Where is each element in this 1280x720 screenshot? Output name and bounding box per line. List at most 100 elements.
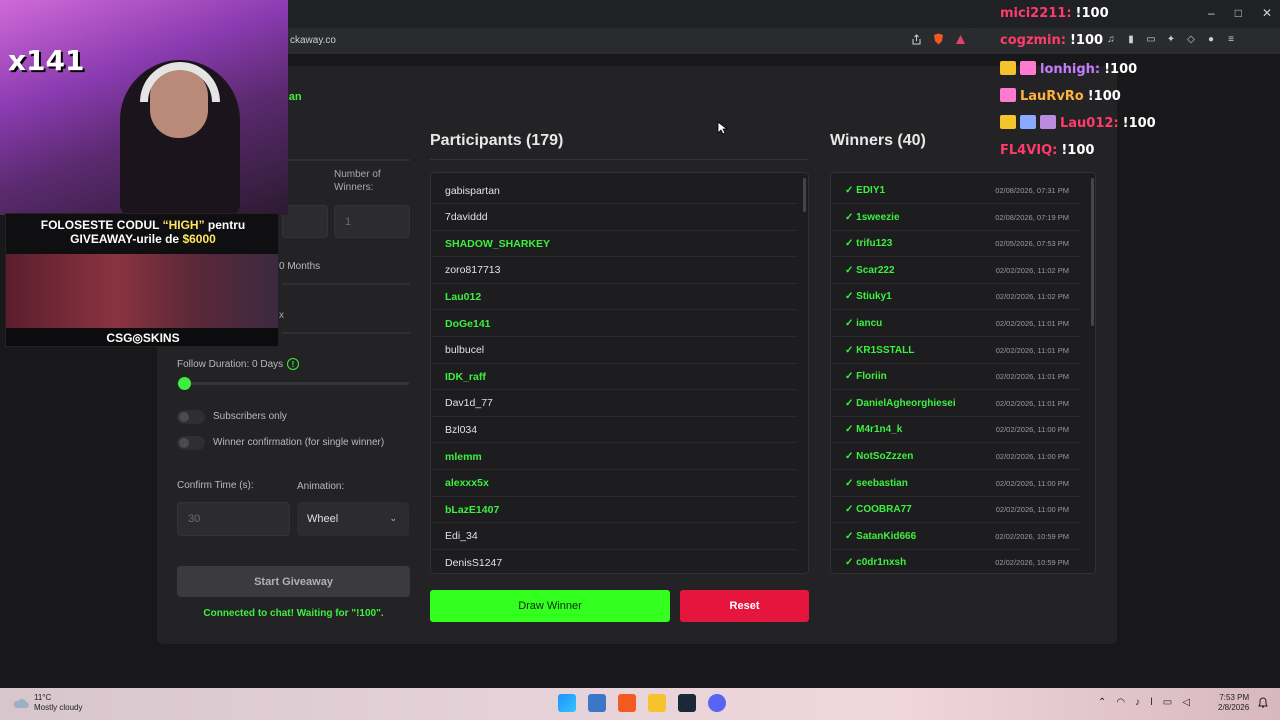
brave-shield-icon[interactable] [932, 33, 944, 45]
animation-label: Animation: [297, 481, 345, 492]
winner-name: ✓ SatanKid666 [845, 530, 917, 542]
chat-text: !100 [1075, 6, 1109, 21]
close-window-button[interactable]: ✕ [1262, 6, 1272, 20]
winner-date: 02/02/2026, 10:59 PM [995, 558, 1069, 568]
weather-desc: Mostly cloudy [34, 703, 83, 712]
winner-row: ✓ COOBRA77 02/02/2026, 11:00 PM [831, 497, 1081, 524]
winner-name: ✓ Floriin [845, 371, 887, 383]
follow-duration-slider-thumb[interactable] [178, 377, 191, 390]
steam-icon[interactable] [678, 694, 696, 712]
notification-bell-icon[interactable] [1258, 697, 1268, 709]
participant-row: bulbucel [431, 338, 797, 364]
sidebar-icon[interactable]: ▮ [1125, 33, 1137, 45]
winner-row: ✓ DanielAgheorghiesei 02/02/2026, 11:01 P… [831, 391, 1081, 417]
winner-row: ✓ NotSoZzzen 02/02/2026, 11:00 PM [831, 444, 1081, 470]
winner-date: 02/02/2026, 11:00 PM [995, 425, 1069, 435]
draw-winner-button[interactable]: Draw Winner [430, 590, 670, 622]
winner-name: ✓ COOBRA77 [845, 504, 912, 516]
confirm-time-input[interactable]: 30 [177, 502, 290, 536]
winner-date: 02/02/2026, 11:02 PM [995, 292, 1069, 302]
chat-username: FL4VIQ: [1000, 142, 1058, 158]
display-icon[interactable]: ▭ [1163, 697, 1172, 708]
url-text[interactable]: ckaway.co [290, 35, 336, 46]
extension-icons: ♫ ▮ ▭ ✦ ◇ ● ≡ [1105, 33, 1237, 45]
winner-confirmation-toggle[interactable] [177, 436, 205, 450]
start-giveaway-button[interactable]: Start Giveaway [177, 566, 410, 597]
tray-chevron-icon[interactable]: ⌃ [1098, 697, 1106, 708]
chat-text: !100 [1104, 61, 1138, 77]
winner-confirmation-label: Winner confirmation (for single winner) [213, 437, 385, 448]
mouse-cursor-icon [717, 121, 727, 135]
address-bar-icons [910, 33, 966, 45]
taskbar-clock[interactable]: 7:53 PM 2/8/2026 [1218, 693, 1249, 713]
promo-brand: CSG◎SKINS [6, 328, 278, 346]
winner-row: ✓ SatanKid666 02/02/2026, 10:59 PM [831, 524, 1081, 550]
start-icon[interactable] [558, 694, 576, 712]
winner-date: 02/02/2026, 11:01 PM [995, 319, 1069, 328]
participant-name: Bzl034 [445, 423, 478, 436]
extensions-icon[interactable]: ✦ [1165, 33, 1177, 45]
subscribers-only-toggle[interactable] [177, 410, 205, 424]
clock-date: 2/8/2026 [1218, 703, 1250, 712]
chat-username: mici2211: [1000, 6, 1072, 21]
clock-time: 7:53 PM [1219, 693, 1250, 702]
winner-name: ✓ Stiuky1 [845, 291, 892, 303]
participant-row: 7daviddd [431, 205, 797, 231]
winner-row: ✓ 1sweezie 02/08/2026, 07:19 PM [831, 205, 1081, 231]
participant-name: 7daviddd [445, 211, 488, 224]
weather-cloud-icon [13, 698, 29, 708]
menu-icon[interactable]: ≡ [1225, 33, 1237, 45]
wifi-icon[interactable]: ◠ [1116, 697, 1125, 708]
follow-duration-slider[interactable] [177, 382, 409, 385]
info-icon[interactable]: ! [287, 358, 299, 370]
participant-row: Lau012 [431, 284, 797, 311]
brave-rewards-icon[interactable] [954, 33, 966, 45]
chat-text: !100 [1069, 33, 1104, 49]
num-winners-input[interactable]: 1 [334, 205, 410, 238]
participants-list[interactable]: gabispartan 7daviddd SHADOW_SHARKEY zoro817… [430, 172, 809, 574]
vpn-icon[interactable]: ◇ [1185, 33, 1197, 45]
weather-temp: 11°C [34, 693, 52, 702]
maximize-button[interactable]: □ [1235, 6, 1242, 20]
x-text: x [279, 310, 284, 321]
system-tray: ⌃ ◠ ♪ ǀ ▭ ◁ [1098, 697, 1190, 708]
minimize-button[interactable]: – [1208, 6, 1215, 20]
speaker-icon[interactable]: ◁ [1182, 697, 1190, 708]
chat-username: cogzmin: [1000, 33, 1066, 49]
discord-icon[interactable] [708, 694, 726, 712]
winner-date: 02/02/2026, 11:01 PM [995, 345, 1069, 355]
mic-icon[interactable]: ǀ [1150, 697, 1153, 708]
participants-scrollbar[interactable] [803, 178, 806, 212]
participant-name: zoro817713 [445, 264, 501, 277]
app-icon[interactable] [588, 694, 606, 712]
chat-message: lonhigh: !100 [1000, 60, 1138, 77]
music-icon[interactable]: ♫ [1105, 33, 1117, 45]
winner-row: ✓ Scar222 02/02/2026, 11:02 PM [831, 258, 1081, 284]
leo-icon[interactable]: ● [1205, 33, 1217, 45]
input-field-left[interactable] [282, 205, 328, 238]
chat-message: mici2211: !100 [1000, 6, 1109, 21]
participants-title: Participants (179) [430, 132, 564, 149]
winners-list[interactable]: ✓ EDIY1 02/08/2026, 07:31 PM ✓ 1sweezie 02/… [830, 172, 1096, 574]
winners-scrollbar[interactable] [1091, 178, 1094, 326]
chat-badge-icon [1040, 115, 1056, 130]
participant-name: DenisS1247 [445, 556, 503, 569]
winner-row: ✓ trifu123 02/05/2026, 07:53 PM [831, 231, 1081, 258]
winner-name: ✓ seebastian [845, 477, 908, 489]
file-explorer-icon[interactable] [648, 694, 666, 712]
chat-username: Lau012: [1060, 116, 1119, 132]
participant-row: mlemm [431, 444, 797, 470]
winner-date: 02/02/2026, 11:01 PM [995, 372, 1069, 382]
brave-icon[interactable] [618, 694, 636, 712]
animation-select[interactable]: Wheel ⌄ [297, 502, 409, 536]
weather-widget[interactable]: 11°C Mostly cloudy [34, 693, 82, 713]
participant-row: Bzl034 [431, 417, 797, 444]
share-icon[interactable] [910, 33, 922, 45]
participant-row: zoro817713 [431, 258, 797, 284]
reset-button[interactable]: Reset [680, 590, 809, 622]
chat-text: !100 [1122, 116, 1156, 132]
wallet-icon[interactable]: ▭ [1145, 33, 1157, 45]
address-bar[interactable] [278, 30, 978, 50]
months-divider [282, 283, 410, 285]
volume-icon[interactable]: ♪ [1135, 697, 1140, 708]
